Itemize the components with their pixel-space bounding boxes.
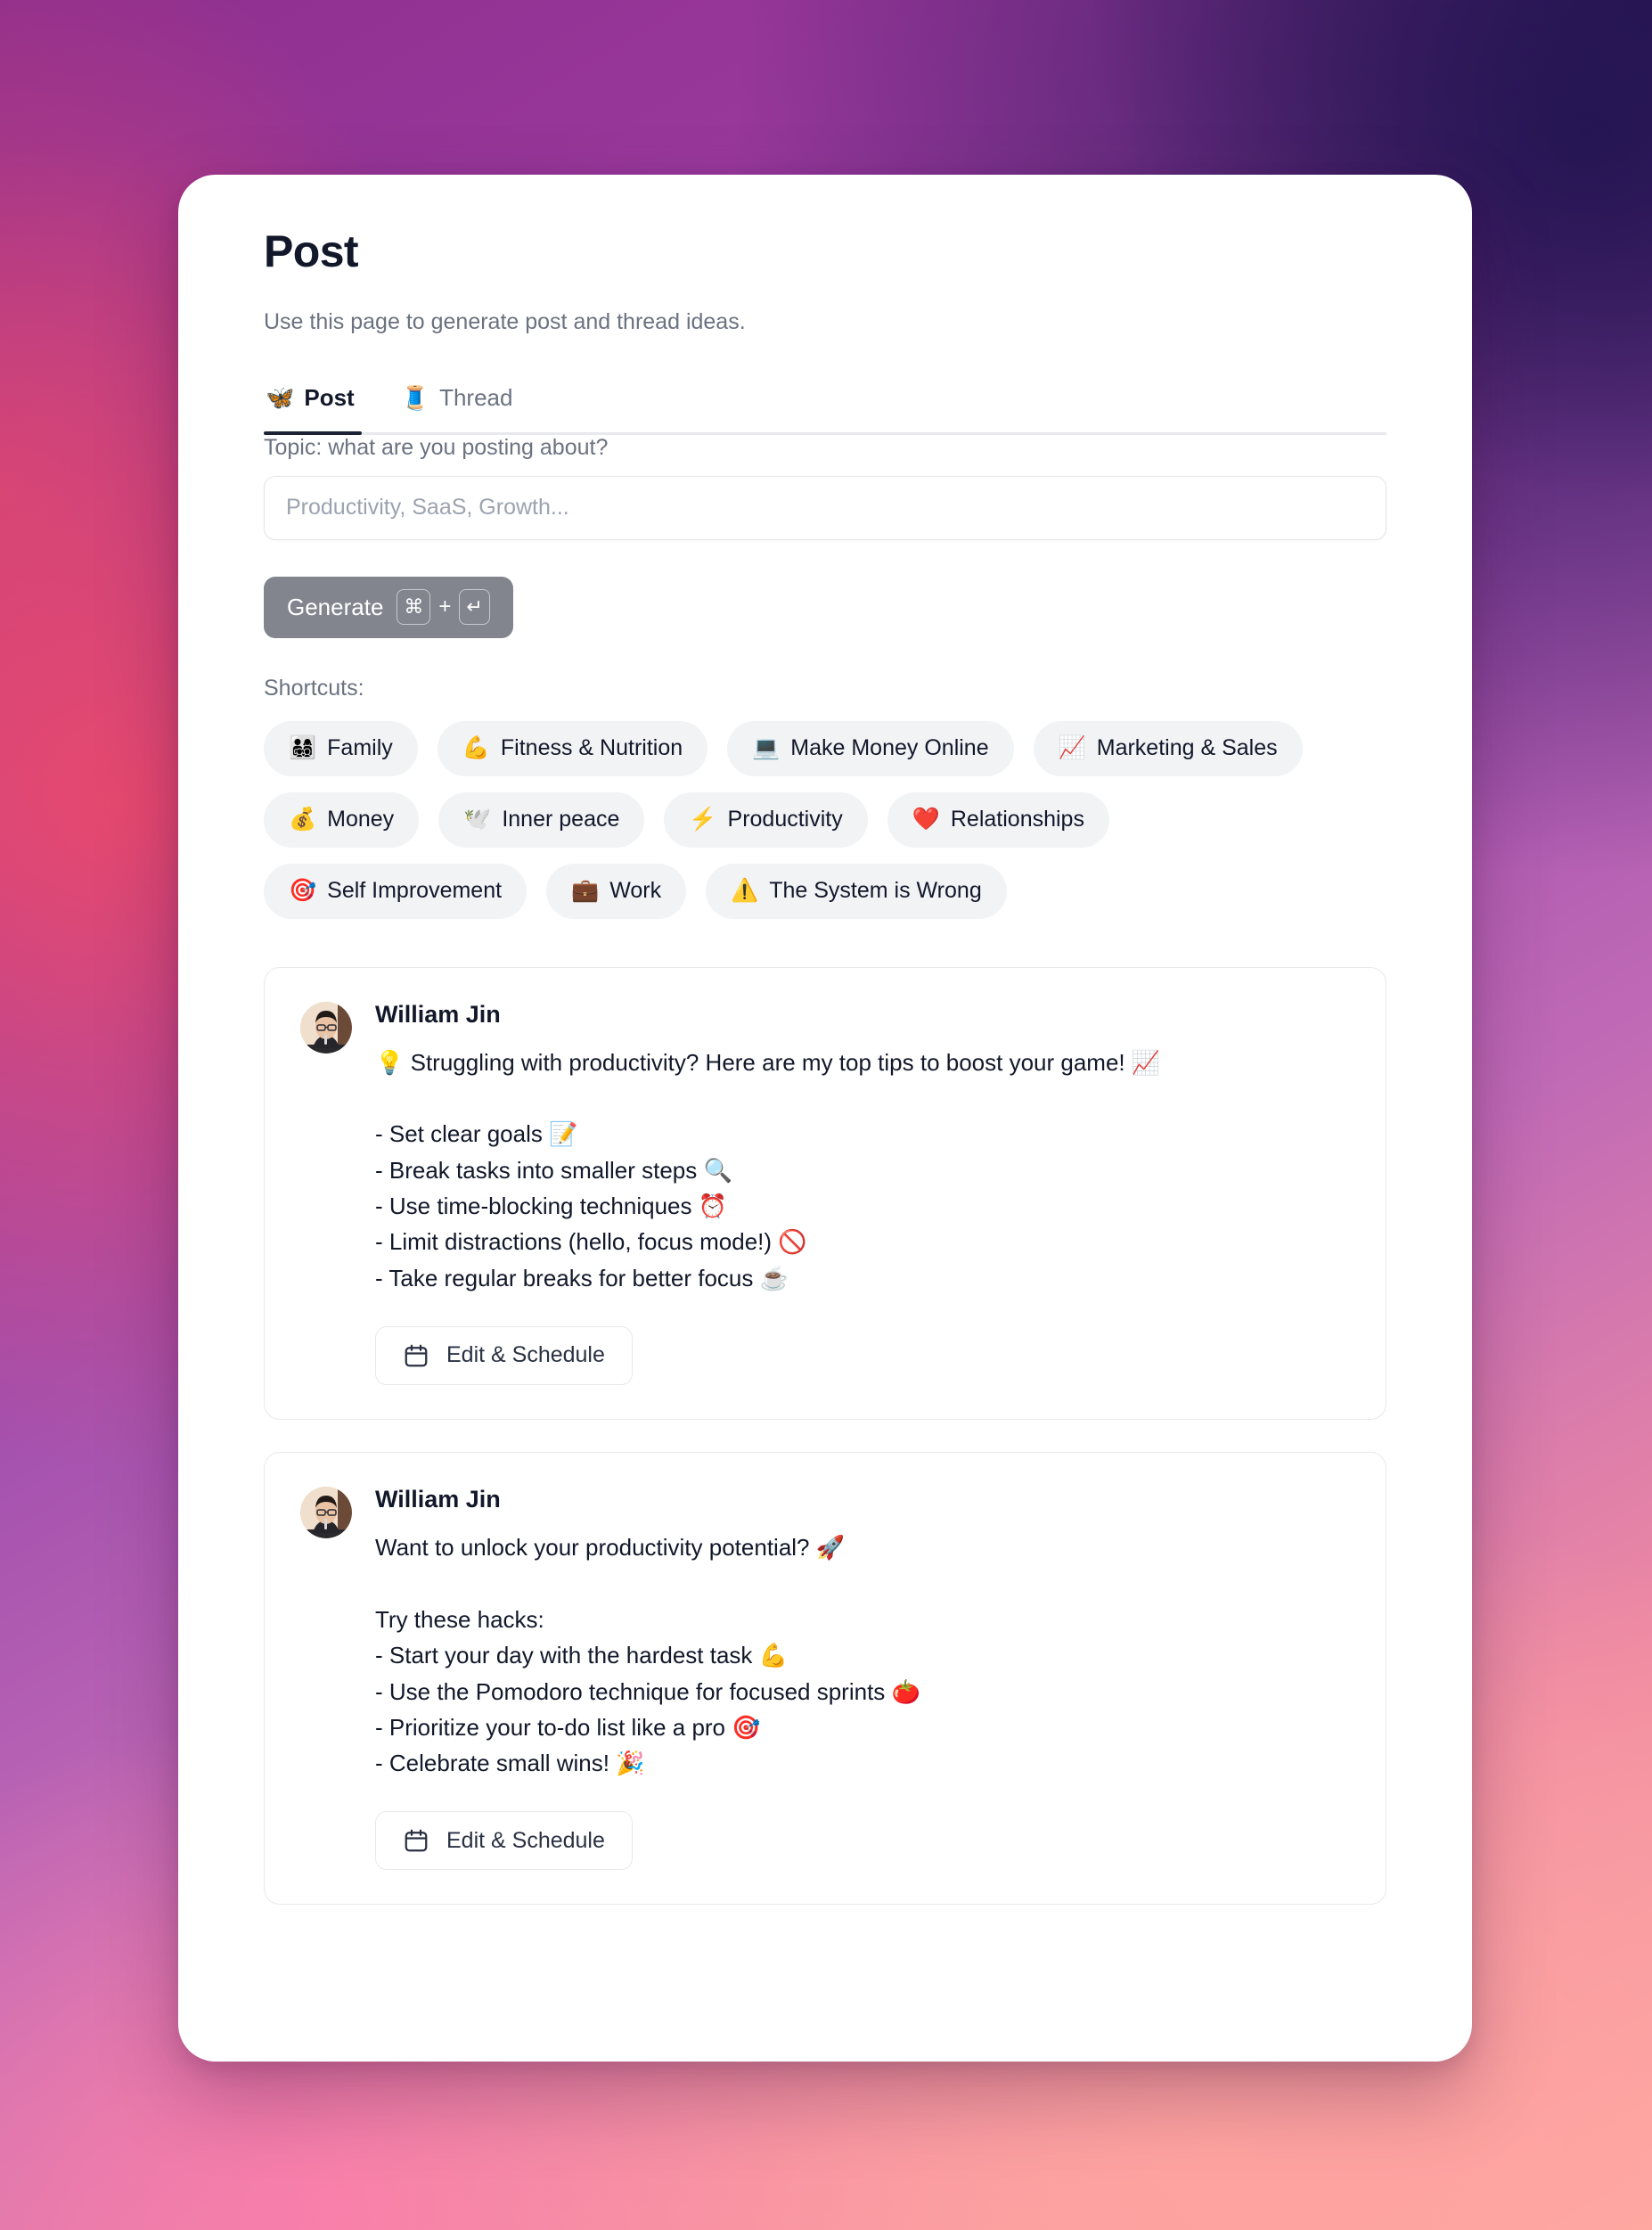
- tab-post[interactable]: 🦋 Post: [264, 377, 356, 435]
- enter-key-badge: ↵: [459, 589, 490, 625]
- result-content: William Jin Want to unlock your producti…: [375, 1485, 1350, 1871]
- briefcase-icon: 💼: [571, 878, 600, 903]
- result-post-text: 💡 Struggling with productivity? Here are…: [375, 1048, 1161, 1291]
- shortcut-chip-label: Money: [327, 807, 395, 832]
- shortcut-chip-family[interactable]: 👨‍👩‍👧‍👦 Family: [264, 720, 418, 776]
- lightning-bolt-icon: ⚡: [689, 807, 717, 832]
- generate-button-label: Generate: [287, 593, 384, 620]
- shortcut-chip-work[interactable]: 💼 Work: [546, 863, 687, 919]
- result-author: William Jin: [375, 1485, 501, 1513]
- shortcut-chip-label: Inner peace: [502, 807, 620, 832]
- shortcut-chip-label: Work: [609, 878, 662, 903]
- result-post-text: Want to unlock your productivity potenti…: [375, 1534, 920, 1777]
- shortcut-chip-inner-peace[interactable]: 🕊️ Inner peace: [438, 791, 645, 848]
- result-card: William Jin Want to unlock your producti…: [264, 1451, 1386, 1906]
- shortcut-chip-relationships[interactable]: ❤️ Relationships: [887, 791, 1109, 848]
- shortcut-chip-label: Productivity: [727, 807, 843, 832]
- shortcut-chip-label: Self Improvement: [327, 878, 503, 903]
- topic-label: Topic: what are you posting about?: [264, 434, 609, 460]
- avatar: [300, 1486, 352, 1538]
- avatar: [300, 1001, 352, 1054]
- shortcut-chip-marketing-sales[interactable]: 📈 Marketing & Sales: [1033, 720, 1303, 776]
- plus-sign: +: [438, 594, 452, 619]
- tab-bar: 🦋 Post 🧵 Thread: [264, 377, 1386, 435]
- shortcut-chip-make-money-online[interactable]: 💻 Make Money Online: [727, 720, 1014, 776]
- command-key-badge: ⌘: [397, 589, 431, 625]
- shortcut-chip-label: Relationships: [950, 807, 1084, 832]
- edit-and-schedule-label: Edit & Schedule: [446, 1342, 605, 1368]
- tab-active-indicator: [264, 430, 362, 435]
- tab-thread[interactable]: 🧵 Thread: [399, 377, 515, 435]
- chart-increasing-icon: 📈: [1058, 735, 1086, 760]
- bullseye-icon: 🎯: [289, 878, 317, 903]
- generate-button[interactable]: Generate ⌘ + ↵: [264, 576, 513, 638]
- shortcut-chip-label: Family: [327, 735, 393, 760]
- warning-icon: ⚠️: [731, 878, 759, 903]
- topic-input[interactable]: [264, 475, 1386, 540]
- red-heart-icon: ❤️: [912, 807, 940, 832]
- edit-and-schedule-label: Edit & Schedule: [446, 1827, 605, 1853]
- shortcut-chip-label: The System is Wrong: [769, 878, 982, 903]
- edit-and-schedule-button[interactable]: Edit & Schedule: [375, 1325, 633, 1385]
- calendar-icon: [403, 1827, 429, 1854]
- shortcut-chip-list: 👨‍👩‍👧‍👦 Family 💪 Fitness & Nutrition 💻 M…: [264, 720, 1346, 919]
- post-generator-panel: Post Use this page to generate post and …: [178, 175, 1472, 2062]
- result-content: William Jin 💡 Struggling with productivi…: [375, 1000, 1350, 1385]
- shortcut-chip-fitness-nutrition[interactable]: 💪 Fitness & Nutrition: [437, 720, 708, 776]
- shortcut-chip-the-system-is-wrong[interactable]: ⚠️ The System is Wrong: [706, 863, 1007, 919]
- laptop-icon: 💻: [752, 735, 781, 760]
- shortcut-chip-label: Fitness & Nutrition: [500, 735, 683, 760]
- shortcut-chip-label: Marketing & Sales: [1096, 735, 1278, 760]
- flexed-biceps-icon: 💪: [462, 735, 490, 760]
- shortcut-chip-productivity[interactable]: ⚡ Productivity: [664, 791, 868, 848]
- shortcut-chip-label: Make Money Online: [790, 735, 989, 760]
- tab-thread-label: Thread: [439, 383, 513, 411]
- edit-and-schedule-button[interactable]: Edit & Schedule: [375, 1811, 633, 1871]
- generated-results-list: William Jin 💡 Struggling with productivi…: [264, 966, 1386, 1941]
- tab-divider: [264, 431, 1386, 435]
- page-subtitle: Use this page to generate post and threa…: [264, 308, 746, 334]
- money-bag-icon: 💰: [289, 807, 317, 832]
- butterfly-icon: 🦋: [266, 384, 295, 411]
- result-author: William Jin: [375, 1000, 501, 1028]
- shortcut-chip-self-improvement[interactable]: 🎯 Self Improvement: [264, 863, 527, 919]
- dove-icon: 🕊️: [463, 807, 492, 832]
- calendar-icon: [403, 1342, 429, 1369]
- result-card: William Jin 💡 Struggling with productivi…: [264, 966, 1386, 1420]
- shortcuts-label: Shortcuts:: [264, 675, 364, 701]
- shortcut-chip-money[interactable]: 💰 Money: [264, 791, 420, 848]
- thread-spool-icon: 🧵: [400, 384, 430, 411]
- page-title: Post: [264, 226, 359, 276]
- result-header: William Jin 💡 Struggling with productivi…: [300, 1000, 1350, 1385]
- family-icon: 👨‍👩‍👧‍👦: [289, 735, 317, 760]
- tab-post-label: Post: [304, 383, 355, 411]
- result-header: William Jin Want to unlock your producti…: [300, 1485, 1350, 1871]
- generate-shortcut-hint: ⌘ + ↵: [397, 589, 490, 625]
